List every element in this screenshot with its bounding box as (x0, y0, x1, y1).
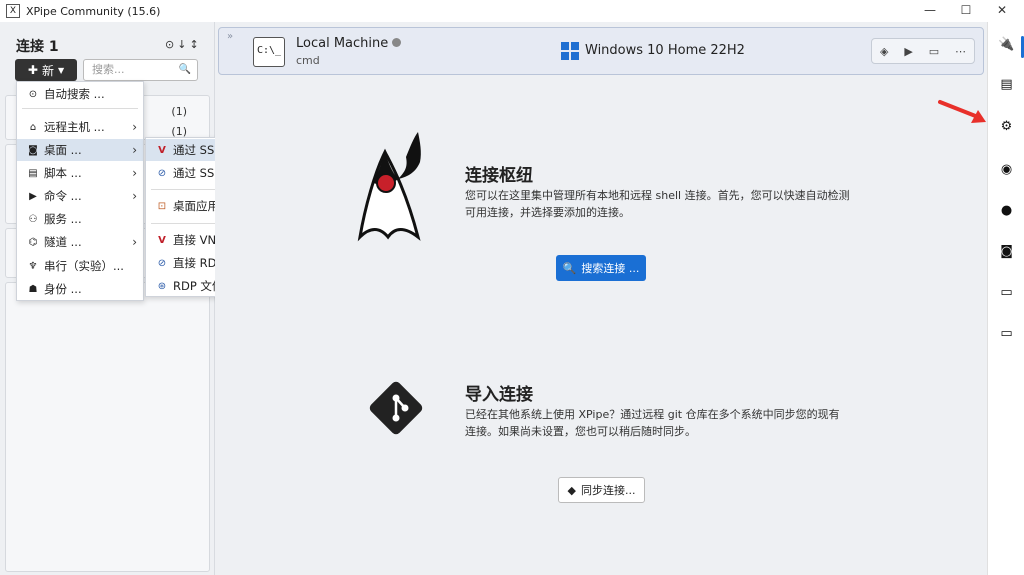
new-label: 新 (41, 63, 54, 78)
windows-logo-icon (561, 42, 579, 60)
sort-time-icon[interactable]: ⊙↓ (165, 38, 189, 51)
auto-search-icon: ⊙ (28, 88, 38, 100)
tunnel-icon: ⌬ (28, 236, 38, 248)
status-dot-icon (392, 38, 402, 47)
sync-connections-button[interactable]: ◆ 同步连接... (558, 477, 645, 503)
terminal-icon: C:\_ (253, 37, 285, 67)
os-name: Windows 10 Home 22H2 (585, 43, 745, 58)
new-menu: ⊙ 自动搜索 ... ⌂ 远程主机 ... › ◙ 桌面 ... › ▤ 脚本 ... › ▶… (16, 81, 144, 301)
chevron-right-icon: › (132, 235, 137, 249)
caret-down-icon: ▼ (57, 65, 65, 75)
close-button[interactable]: ✕ (984, 0, 1020, 22)
sort-alpha-icon[interactable]: ↕ (189, 38, 201, 51)
rdp-icon: ⊘ (157, 257, 167, 269)
menu-item-auto-search[interactable]: ⊙ 自动搜索 ... (17, 83, 143, 105)
hub-description: 您可以在这里集中管理所有本地和远程 shell 连接。首先，您可以快速自动检测可… (465, 189, 850, 219)
search-connections-button[interactable]: 🔍 搜索连接 ... (556, 255, 646, 281)
search-input[interactable]: 搜索... 🔍 (83, 59, 198, 81)
vnc-icon: V (158, 234, 166, 246)
group-box[interactable] (5, 282, 210, 572)
new-button[interactable]: ✚ 新 ▼ (15, 59, 77, 81)
menu-item-identity[interactable]: ☗ 身份 ... (17, 278, 143, 300)
main-area: » C:\_ Local Machine cmd Windows 10 Home… (215, 22, 987, 575)
folder-icon[interactable]: ▭ (929, 45, 939, 58)
hub-title: 连接枢纽 (465, 166, 533, 186)
terminal-app-icon: ⊡ (157, 200, 167, 212)
menu-divider (22, 108, 138, 109)
duke-mascot-icon (357, 132, 421, 242)
search-placeholder: 搜索... (92, 63, 125, 76)
github-icon[interactable]: ● (998, 202, 1015, 219)
discord-icon[interactable]: ◙ (998, 243, 1015, 260)
layers-icon[interactable]: ◈ (880, 45, 888, 58)
right-sidebar: 🔌 ▤ ⚙ ◉ ● ◙ ▭ ▭ (987, 22, 1024, 575)
x-square-icon: X (6, 4, 20, 18)
chevron-right-icon: › (132, 166, 137, 180)
play-icon[interactable]: ▶ (904, 45, 912, 58)
menu-item-tunnel[interactable]: ⌬ 隧道 ... › (17, 231, 143, 253)
red-arrow-annotation (938, 100, 986, 123)
more-icon[interactable]: ⋯ (955, 45, 966, 58)
minimize-button[interactable]: — (912, 0, 948, 22)
service-icon: ⚇ (28, 213, 38, 225)
menu-item-service[interactable]: ⚇ 服务 ... (17, 208, 143, 230)
connections-icon[interactable]: 🔌 (998, 36, 1015, 53)
menu-item-script[interactable]: ▤ 脚本 ... › (17, 162, 143, 184)
window-title: XPipe Community (15.6) (26, 4, 161, 18)
expand-icon[interactable]: » (227, 31, 233, 42)
machine-actions: ◈ ▶ ▭ ⋯ (871, 38, 975, 64)
search-icon: 🔍 (178, 64, 191, 75)
maximize-button[interactable]: ☐ (948, 0, 984, 22)
machine-name: Local Machine (296, 36, 402, 51)
settings-icon[interactable]: ⚙ (998, 118, 1015, 135)
menu-item-command[interactable]: ▶ 命令 ... › (17, 185, 143, 207)
vnc-icon: V (158, 144, 166, 156)
rdp-file-icon: ⊛ (157, 280, 167, 292)
sort-icons[interactable]: ⊙↓↕ (165, 38, 202, 51)
import-title: 导入连接 (465, 385, 533, 405)
identity-icon: ☗ (28, 283, 38, 295)
import-description: 已经在其他系统上使用 XPipe？通过远程 git 仓库在多个系统中同步您的现有… (465, 408, 840, 438)
title-bar: X XPipe Community (15.6) — ☐ ✕ (0, 0, 1024, 22)
command-icon: ▶ (29, 190, 37, 202)
docs-icon[interactable]: ▭ (998, 284, 1015, 301)
remote-host-icon: ⌂ (29, 121, 37, 133)
menu-item-desktop[interactable]: ◙ 桌面 ... › (17, 139, 143, 161)
storage-icon[interactable]: ▤ (998, 76, 1015, 93)
chevron-right-icon: › (132, 120, 137, 134)
git-logo-icon (369, 381, 423, 435)
search-icon: 🔍 (562, 261, 577, 275)
desktop-icon: ◙ (28, 144, 38, 156)
pro-icon[interactable]: ◉ (998, 161, 1015, 178)
group-count: (1) (171, 105, 187, 118)
menu-item-remote-host[interactable]: ⌂ 远程主机 ... › (17, 116, 143, 138)
machine-shell: cmd (296, 54, 320, 67)
plus-icon: ✚ (27, 63, 38, 77)
rdp-icon: ⊘ (157, 167, 167, 179)
desktop-icon[interactable]: ▭ (998, 325, 1015, 342)
chevron-right-icon: › (132, 143, 137, 157)
connections-heading: 连接 1 (16, 39, 59, 55)
menu-item-serial[interactable]: ♆ 串行（实验）... (17, 255, 143, 277)
serial-icon: ♆ (28, 260, 38, 272)
chevron-right-icon: › (132, 189, 137, 203)
git-icon: ◆ (567, 483, 576, 497)
script-icon: ▤ (28, 167, 38, 179)
local-machine-bar[interactable]: » C:\_ Local Machine cmd Windows 10 Home… (218, 27, 984, 75)
